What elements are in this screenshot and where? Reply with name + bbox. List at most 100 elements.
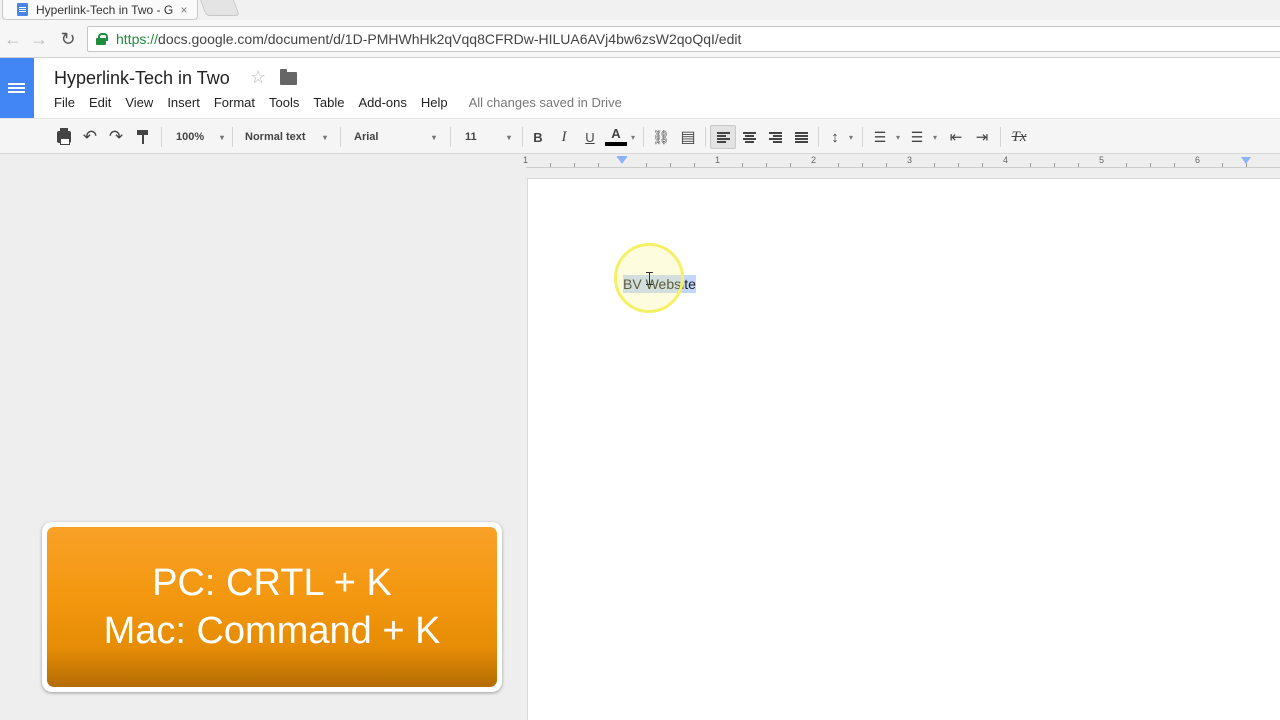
clear-formatting-icon: Tx (1011, 128, 1027, 145)
ruler-track[interactable]: 1 1 2 3 4 5 6 (523, 154, 1280, 168)
italic-button[interactable]: I (554, 125, 574, 149)
toolbar-divider (1000, 127, 1001, 147)
ruler-label: 5 (1099, 155, 1105, 165)
decrease-indent-icon: ⇤ (949, 129, 963, 146)
chevron-down-icon: ▾ (219, 132, 224, 142)
justify-icon (794, 131, 808, 143)
undo-button[interactable]: ↶ (80, 125, 100, 149)
menu-table[interactable]: Table (313, 95, 344, 110)
docs-home-logo-icon[interactable] (0, 58, 34, 118)
star-icon[interactable]: ☆ (250, 67, 266, 88)
tab-title: Hyperlink-Tech in Two - G (36, 2, 174, 17)
decrease-indent-button[interactable]: ⇤ (944, 125, 968, 149)
toolbar-divider (161, 127, 162, 147)
shortcut-callout-panel: PC: CRTL + K Mac: Command + K (47, 527, 497, 687)
ruler-label: 4 (1003, 155, 1009, 165)
zoom-select[interactable]: 100% ▾ (176, 125, 224, 149)
toolbar-divider (705, 127, 706, 147)
secure-lock-icon[interactable] (96, 33, 108, 45)
undo-icon: ↶ (82, 127, 98, 146)
ruler-label: 3 (907, 155, 913, 165)
toolbar-divider (818, 127, 819, 147)
text-color-button[interactable]: A (604, 125, 628, 149)
new-tab-button[interactable] (200, 0, 240, 16)
increase-indent-icon: ⇥ (975, 129, 989, 146)
menu-view[interactable]: View (125, 95, 153, 110)
menu-bar: File Edit View Insert Format Tools Table… (54, 95, 622, 110)
toolbar-divider (450, 127, 451, 147)
menu-help[interactable]: Help (421, 95, 448, 110)
paint-format-icon (137, 130, 149, 144)
folder-icon[interactable] (280, 69, 297, 85)
toolbar-divider (232, 127, 233, 147)
paragraph-style-value: Normal text (245, 131, 306, 143)
right-indent-handle[interactable] (1241, 157, 1251, 164)
menu-file[interactable]: File (54, 95, 75, 110)
document-title[interactable]: Hyperlink-Tech in Two (54, 68, 230, 89)
mac-shortcut-text: Mac: Command + K (103, 610, 441, 652)
ruler-label: 1 (715, 155, 721, 165)
insert-link-button[interactable]: ⛓ (650, 125, 672, 149)
tab-close-icon[interactable]: × (177, 3, 191, 17)
toolbar-divider (340, 127, 341, 147)
toolbar-divider (522, 127, 523, 147)
align-right-icon (768, 131, 782, 143)
numbered-list-icon: ☰ (873, 128, 887, 145)
paint-format-button[interactable] (133, 125, 153, 149)
redo-icon: ↷ (108, 127, 124, 146)
back-arrow-icon[interactable]: ← (2, 28, 24, 50)
left-indent-handle[interactable] (617, 157, 627, 164)
redo-button[interactable]: ↷ (106, 125, 126, 149)
menu-insert[interactable]: Insert (167, 95, 200, 110)
ruler: 1 1 2 3 4 5 6 (0, 154, 1280, 168)
font-select[interactable]: Arial ▾ (354, 125, 436, 149)
numbered-list-button[interactable]: ☰ (869, 125, 891, 149)
menu-tools[interactable]: Tools (269, 95, 299, 110)
address-bar[interactable]: https://docs.google.com/document/d/1D-PM… (87, 26, 1280, 52)
menu-format[interactable]: Format (214, 95, 255, 110)
reload-icon[interactable]: ↻ (57, 28, 79, 50)
link-icon: ⛓ (652, 128, 670, 145)
text-color-dropdown[interactable]: ▾ (628, 125, 638, 149)
paragraph-style-select[interactable]: Normal text ▾ (245, 125, 327, 149)
bulleted-list-button[interactable]: ☰ (906, 125, 928, 149)
bold-button[interactable]: B (528, 125, 548, 149)
align-center-icon (742, 131, 756, 143)
font-value: Arial (354, 131, 379, 143)
ruler-label: 1 (523, 155, 529, 165)
formatting-toolbar: ↶ ↷ 100% ▾ Normal text ▾ Arial ▾ 11 ▾ B … (0, 118, 1280, 154)
bulleted-list-icon: ☰ (910, 128, 924, 145)
text-cursor-icon (646, 272, 653, 285)
align-left-icon (716, 131, 730, 143)
menu-edit[interactable]: Edit (89, 95, 111, 110)
align-center-button[interactable] (738, 125, 760, 149)
save-status[interactable]: All changes saved in Drive (469, 95, 622, 110)
increase-indent-button[interactable]: ⇥ (970, 125, 994, 149)
browser-tab[interactable]: Hyperlink-Tech in Two - G × (2, 0, 198, 20)
menu-add-ons[interactable]: Add-ons (358, 95, 406, 110)
font-size-select[interactable]: 11 ▾ (465, 125, 511, 149)
underline-button[interactable]: U (580, 125, 600, 149)
docs-favicon-icon (17, 3, 28, 16)
numbered-list-dropdown[interactable]: ▾ (893, 125, 903, 149)
forward-arrow-icon[interactable]: → (28, 28, 50, 50)
bulleted-list-dropdown[interactable]: ▾ (930, 125, 940, 149)
toolbar-divider (862, 127, 863, 147)
shortcut-callout: PC: CRTL + K Mac: Command + K (42, 522, 502, 692)
add-comment-button[interactable]: ▤ (677, 125, 699, 149)
clear-formatting-button[interactable]: Tx (1006, 125, 1032, 149)
comment-icon: ▤ (680, 129, 696, 146)
chevron-down-icon: ▾ (322, 132, 327, 142)
align-right-button[interactable] (764, 125, 786, 149)
text-color-icon: A (605, 127, 627, 146)
justify-button[interactable] (790, 125, 812, 149)
print-button[interactable] (54, 125, 74, 149)
docs-header: Hyperlink-Tech in Two ☆ File Edit View I… (0, 58, 1280, 118)
url-scheme: https:// (116, 31, 159, 47)
line-spacing-dropdown[interactable]: ▾ (846, 125, 856, 149)
url-text: docs.google.com/document/d/1D-PMHWhHk2qV… (158, 31, 742, 47)
font-size-value: 11 (465, 131, 477, 143)
line-spacing-button[interactable]: ↕ (824, 125, 846, 149)
align-left-button[interactable] (710, 125, 736, 149)
print-icon (57, 128, 71, 145)
